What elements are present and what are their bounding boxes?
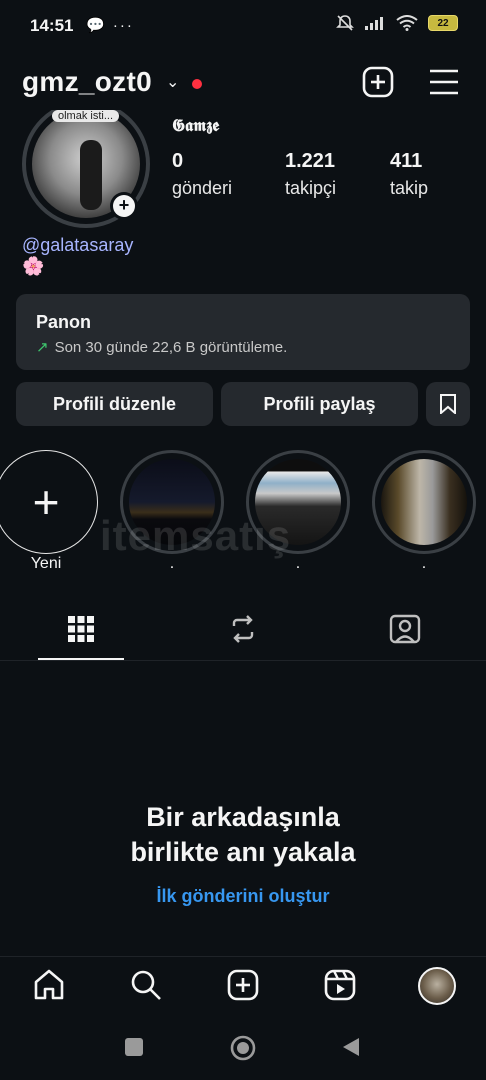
following-count[interactable]: 411	[390, 150, 422, 173]
trend-up-icon: ↗	[36, 339, 49, 356]
display-name: 𝕲𝖆𝖒𝖟𝖊	[172, 116, 220, 136]
search-icon[interactable]	[129, 968, 163, 1002]
chevron-down-icon[interactable]: ⌄	[166, 72, 179, 92]
following-label[interactable]: takip	[390, 178, 428, 199]
back-icon[interactable]	[340, 1036, 362, 1058]
professional-dashboard[interactable]: Panon ↗ Son 30 günde 22,6 B görüntüleme.	[16, 294, 470, 370]
grid-icon[interactable]	[64, 612, 98, 646]
status-right-icons: 22	[336, 14, 458, 32]
highlight-cover	[381, 459, 467, 545]
watermark-logo: itemsatış	[100, 512, 292, 559]
status-time: 14:51	[30, 16, 74, 35]
highlight-label: .	[421, 555, 427, 572]
home-icon[interactable]	[32, 968, 66, 1002]
saved-button[interactable]	[426, 382, 470, 426]
home-button-icon[interactable]	[229, 1034, 257, 1062]
add-story-button[interactable]: +	[110, 192, 138, 220]
posts-count: 0	[172, 150, 184, 172]
plus-icon: +	[113, 195, 135, 217]
profile-note[interactable]: olmak isti...	[52, 110, 120, 122]
profile-avatar[interactable]	[418, 967, 456, 1005]
highlight-story[interactable]	[372, 450, 476, 554]
notification-dot	[192, 79, 202, 89]
empty-state-line: Bir arkadaşınla	[146, 802, 340, 832]
posts-label: gönderi	[172, 178, 233, 198]
share-profile-button[interactable]: Profili paylaş	[221, 382, 418, 426]
empty-state-line: birlikte anı yakala	[130, 837, 356, 867]
plus-square-icon[interactable]	[362, 66, 394, 98]
create-first-post-link[interactable]: İlk gönderini oluştur	[0, 886, 486, 907]
status-notification-icons: 💬 ···	[86, 17, 134, 34]
hamburger-menu-icon[interactable]	[428, 66, 460, 98]
reels-icon[interactable]	[323, 968, 357, 1002]
followers-label[interactable]: takipçi	[285, 178, 336, 199]
battery-icon: 22	[428, 15, 458, 31]
recents-icon[interactable]	[123, 1036, 145, 1058]
empty-state-title: Bir arkadaşınla birlikte anı yakala	[0, 800, 486, 870]
status-bar: 14:51 💬 ··· 22	[0, 0, 486, 52]
new-highlight-button[interactable]: +	[0, 450, 98, 554]
signal-icon	[365, 17, 383, 30]
tab-divider	[0, 660, 486, 661]
bio-mention-link[interactable]: @galatasaray	[22, 235, 133, 256]
plus-icon: +	[32, 476, 60, 528]
reels-repost-icon[interactable]	[226, 612, 260, 646]
bio-emoji: 🌸	[22, 256, 45, 276]
dashboard-title: Panon	[36, 312, 92, 332]
create-icon[interactable]	[226, 968, 260, 1002]
highlight-label: Yeni	[30, 555, 62, 572]
mute-icon	[336, 15, 354, 31]
dashboard-stat: Son 30 günde 22,6 B görüntüleme.	[54, 339, 288, 356]
wifi-icon	[396, 15, 418, 31]
bookmark-icon	[440, 394, 456, 414]
followers-count[interactable]: 1.221	[285, 150, 335, 173]
dashboard-subtitle: ↗ Son 30 günde 22,6 B görüntüleme.	[36, 338, 287, 356]
username-switcher[interactable]: gmz_ozt0	[22, 66, 152, 98]
edit-profile-button[interactable]: Profili düzenle	[16, 382, 213, 426]
avatar-figure	[80, 140, 102, 210]
tagged-icon[interactable]	[388, 612, 422, 646]
